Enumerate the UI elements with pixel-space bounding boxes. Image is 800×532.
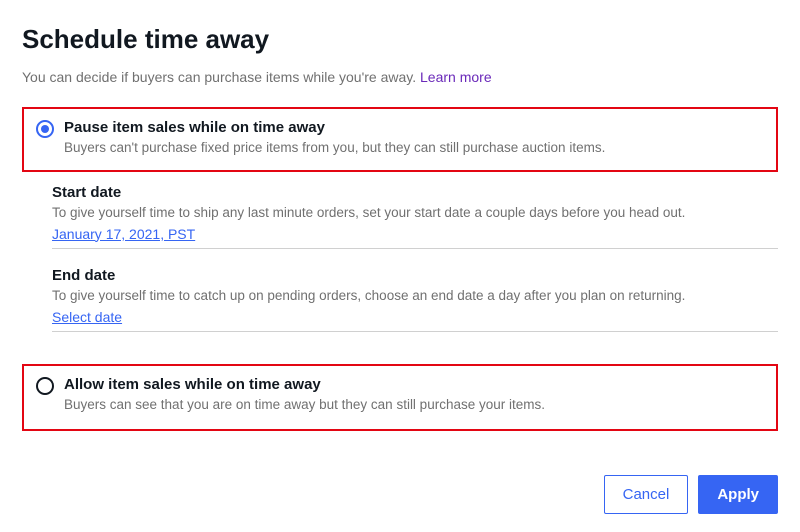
end-date-label: End date (52, 267, 778, 284)
subtitle: You can decide if buyers can purchase it… (22, 69, 778, 85)
option-text: Pause item sales while on time away Buye… (64, 119, 764, 158)
start-date-label: Start date (52, 184, 778, 201)
option-allow-sales[interactable]: Allow item sales while on time away Buye… (22, 364, 778, 431)
page-title: Schedule time away (22, 24, 778, 55)
footer-buttons: Cancel Apply (604, 475, 778, 514)
start-date-desc: To give yourself time to ship any last m… (52, 204, 778, 223)
radio-allow[interactable] (36, 377, 54, 395)
apply-button[interactable]: Apply (698, 475, 778, 514)
divider (52, 331, 778, 332)
start-date-value[interactable]: January 17, 2021, PST (52, 226, 195, 242)
radio-wrap (36, 119, 64, 138)
start-date-section: Start date To give yourself time to ship… (22, 184, 778, 249)
end-date-desc: To give yourself time to catch up on pen… (52, 287, 778, 306)
divider (52, 248, 778, 249)
option-allow-desc: Buyers can see that you are on time away… (64, 396, 764, 415)
radio-wrap (36, 376, 64, 395)
option-pause-desc: Buyers can't purchase fixed price items … (64, 139, 764, 158)
option-allow-label: Allow item sales while on time away (64, 376, 764, 393)
end-date-section: End date To give yourself time to catch … (22, 267, 778, 332)
end-date-value[interactable]: Select date (52, 309, 122, 325)
option-pause-label: Pause item sales while on time away (64, 119, 764, 136)
subtitle-text: You can decide if buyers can purchase it… (22, 69, 420, 85)
learn-more-link[interactable]: Learn more (420, 69, 492, 85)
radio-dot-icon (41, 125, 49, 133)
cancel-button[interactable]: Cancel (604, 475, 689, 514)
option-text: Allow item sales while on time away Buye… (64, 376, 764, 415)
option-pause-sales[interactable]: Pause item sales while on time away Buye… (22, 107, 778, 172)
radio-pause[interactable] (36, 120, 54, 138)
